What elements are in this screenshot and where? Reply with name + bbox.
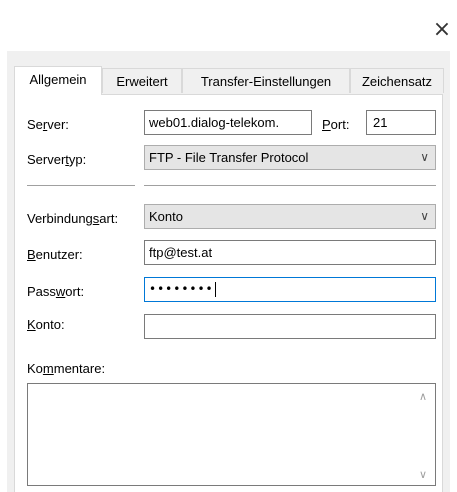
verbindungsart-value: Konto: [149, 209, 183, 224]
benutzer-label: Benutzer:: [27, 247, 83, 262]
scroll-up-icon[interactable]: ∧: [419, 390, 427, 403]
port-label: Port:: [322, 117, 350, 132]
servertyp-label: Servertyp:: [27, 152, 87, 167]
verbindungsart-label: Verbindungsart:: [27, 211, 119, 226]
benutzer-input[interactable]: ftp@test.at: [144, 240, 436, 265]
chevron-down-icon: ∨: [420, 209, 429, 223]
port-input[interactable]: 21: [366, 110, 436, 135]
verbindungsart-select[interactable]: Konto ∨: [144, 204, 436, 229]
servertyp-value: FTP - File Transfer Protocol: [149, 150, 309, 165]
separator-left: [27, 185, 135, 186]
kommentare-textarea[interactable]: ∧ ∨: [27, 383, 436, 486]
konto-label: Konto:: [27, 317, 65, 332]
scroll-down-icon[interactable]: ∨: [419, 468, 427, 481]
servertyp-select[interactable]: FTP - File Transfer Protocol ∨: [144, 145, 436, 170]
tab-erweitert[interactable]: Erweitert: [102, 68, 182, 93]
tab-zeichensatz[interactable]: Zeichensatz: [350, 68, 444, 93]
tab-allgemein[interactable]: Allgemein: [14, 66, 102, 95]
chevron-down-icon: ∨: [420, 150, 429, 164]
tab-transfer-einstellungen[interactable]: Transfer-Einstellungen: [182, 68, 350, 93]
separator-right: [144, 185, 436, 186]
close-icon[interactable]: ×: [430, 18, 454, 42]
passwort-input[interactable]: ••••••••: [144, 277, 436, 302]
passwort-label: Passwort:: [27, 284, 85, 299]
passwort-value: ••••••••: [149, 282, 214, 296]
kommentare-label: Kommentare:: [27, 361, 106, 376]
server-input[interactable]: web01.dialog-telekom.: [144, 110, 312, 135]
text-caret: [214, 282, 216, 297]
server-label: Server:: [27, 117, 69, 132]
konto-input[interactable]: [144, 314, 436, 339]
